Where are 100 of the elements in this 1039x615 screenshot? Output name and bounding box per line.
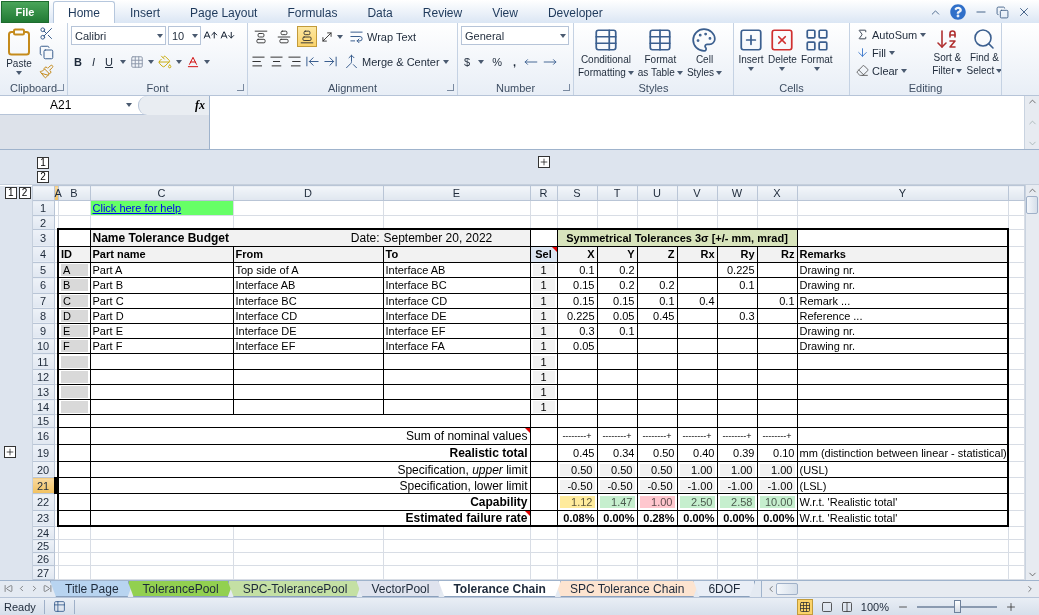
column-header[interactable]: S [557, 185, 597, 201]
select-cell: 1 [532, 309, 555, 322]
cells-button[interactable]: Format [799, 26, 834, 72]
zoom-level[interactable]: 100% [860, 600, 889, 613]
table-cell: 0.50 [637, 444, 677, 462]
caret-icon [748, 67, 754, 71]
column-header[interactable]: Y [797, 185, 1008, 201]
expand-icon[interactable] [4, 446, 16, 459]
id-cell: B [61, 279, 88, 292]
ribbon-tab[interactable]: View [477, 1, 533, 23]
table-cell: 0.00% [757, 510, 797, 527]
bottom-align-button[interactable] [297, 26, 317, 47]
zoom-thumb[interactable] [954, 599, 961, 613]
clear-button[interactable]: Clear [853, 62, 930, 79]
fill-down-icon [856, 46, 869, 59]
ribbon-tab[interactable]: Home [53, 1, 115, 23]
ribbon-tab[interactable]: Developer [532, 1, 618, 23]
column-header[interactable]: C [90, 185, 233, 201]
caret-icon [157, 33, 163, 38]
name-box[interactable]: A21 [0, 95, 138, 115]
sheet-tab[interactable]: Tolerance Chain [438, 581, 561, 597]
comma-button[interactable]: , [509, 51, 519, 72]
sheet-tab[interactable]: 6DOF [693, 581, 756, 597]
help-icon[interactable] [950, 4, 966, 20]
column-header[interactable]: D [233, 185, 383, 201]
cells-button[interactable]: Delete [767, 26, 798, 72]
table-cell: 0.15 [597, 293, 637, 309]
find-select-button[interactable]: Find & Select [965, 26, 1001, 78]
wrap-text-icon [349, 29, 364, 44]
column-header[interactable]: X [757, 185, 797, 201]
dialog-launcher-icon[interactable] [447, 84, 454, 92]
dialog-launcher-icon[interactable] [237, 84, 244, 92]
group-label: Cells [779, 82, 804, 95]
number-format-field[interactable]: General [461, 26, 569, 45]
underline-button[interactable]: U [102, 51, 116, 72]
percent-button[interactable]: % [489, 51, 505, 72]
orientation-icon [320, 29, 334, 44]
ribbon-tab[interactable]: Formulas [272, 1, 353, 23]
expand-icon[interactable] [538, 156, 550, 168]
column-header[interactable]: R [530, 185, 557, 201]
table-title: Name Tolerance Budget [92, 231, 230, 245]
select-cell: 1 [532, 355, 555, 368]
last-sheet-icon [43, 584, 52, 593]
table-cell: 0.225 [717, 262, 757, 278]
merge-icon [344, 54, 359, 69]
table-cell: -1.00 [679, 479, 715, 492]
cut-icon [39, 26, 54, 41]
paste-button[interactable]: Paste [3, 26, 35, 76]
ribbon-tab[interactable]: Insert [115, 1, 176, 23]
caret-icon [560, 33, 566, 38]
table-cell: --------+ [637, 428, 677, 445]
dialog-launcher-icon[interactable] [563, 84, 570, 92]
plus-icon [5, 447, 15, 458]
group-label: Font [146, 82, 169, 95]
column-header[interactable]: U [637, 185, 677, 201]
table-cell: Reference ... [797, 308, 1008, 324]
italic-button[interactable]: I [88, 51, 98, 72]
styles-button[interactable]: Cell Styles [685, 26, 724, 80]
currency-button[interactable]: $ [461, 51, 474, 72]
format-painter-icon [39, 64, 54, 79]
sort-filter-button[interactable]: Sort & Filter [931, 26, 964, 78]
cells-button[interactable]: Insert [737, 26, 765, 72]
id-cell [61, 370, 88, 383]
table-cell: Interface EF [383, 323, 530, 339]
normal-view-button[interactable] [796, 598, 813, 615]
table-cell: Part F [90, 338, 233, 354]
increase-indent-icon [323, 54, 338, 69]
outline-level-button[interactable]: 1 [37, 157, 49, 169]
insert-function-button[interactable]: fx [195, 97, 205, 113]
ribbon-tab[interactable]: Review [407, 1, 478, 23]
scroll-thumb[interactable] [1026, 196, 1039, 214]
caret-icon [478, 59, 485, 64]
table-cell: Drawing nr. [797, 338, 1008, 354]
ribbon-tab[interactable]: Page Layout [175, 1, 273, 23]
ribbon-tab[interactable]: Data [352, 1, 408, 23]
styles-button[interactable]: Conditional Formatting [577, 26, 635, 80]
outline-level-button[interactable]: 1 [5, 187, 17, 200]
table-cell: Interface CD [383, 293, 530, 309]
styles-button[interactable]: Format as Table [636, 26, 684, 80]
fill-color-icon [157, 54, 172, 69]
table-cell: 0.2 [597, 262, 637, 278]
column-header[interactable]: E [383, 185, 530, 201]
column-header[interactable]: V [677, 185, 717, 201]
scroll-thumb[interactable] [776, 583, 799, 595]
font-name-field[interactable]: Calibri [71, 26, 166, 45]
column-header[interactable]: W [717, 185, 757, 201]
insert-cells-icon [738, 27, 764, 53]
outline-level-button[interactable]: 2 [37, 171, 49, 183]
autosum-button[interactable]: AutoSum [853, 26, 930, 43]
bold-button[interactable]: B [71, 51, 85, 72]
dialog-launcher-icon[interactable] [57, 84, 64, 92]
table-cell: 0.08% [557, 510, 597, 527]
wrap-text-button[interactable]: Wrap Text [346, 26, 420, 47]
column-header[interactable]: T [597, 185, 637, 201]
file-tab[interactable]: File [1, 1, 49, 23]
font-size-field[interactable]: 10 [168, 26, 201, 45]
outline-level-button[interactable]: 2 [18, 187, 31, 200]
merge-center-button[interactable]: Merge & Center [341, 51, 452, 72]
fill-button[interactable]: Fill [853, 44, 930, 61]
table-cell: Interface DE [233, 323, 383, 339]
